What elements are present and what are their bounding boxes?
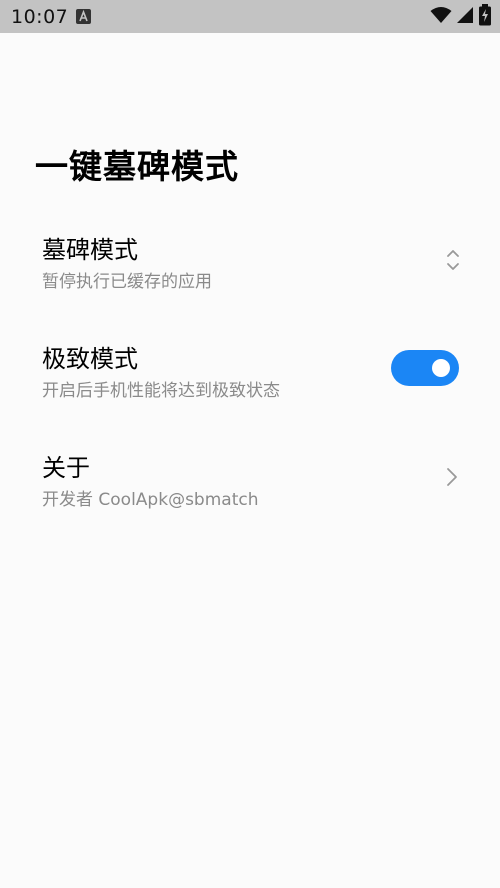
battery-charging-icon: [478, 4, 492, 30]
toggle-knob: [432, 359, 450, 377]
setting-title: 墓碑模式: [42, 236, 138, 264]
a-notification-icon: [76, 9, 91, 24]
status-bar: 10:07: [0, 0, 500, 33]
status-time: 10:07: [11, 6, 69, 28]
setting-title: 关于: [42, 454, 90, 482]
status-icons: [430, 4, 492, 30]
extreme-mode-toggle[interactable]: [391, 350, 459, 386]
setting-title: 极致模式: [42, 345, 138, 373]
page-title: 一键墓碑模式: [35, 147, 239, 186]
app-screen: 10:07 一键墓碑模式 墓碑模式 暂停执行已缓存的应用 极致模式 开启后手机性…: [0, 0, 500, 888]
wifi-icon: [430, 6, 452, 28]
setting-subtitle: 暂停执行已缓存的应用: [42, 272, 212, 292]
setting-row-extreme-mode[interactable]: 极致模式 开启后手机性能将达到极致状态: [0, 339, 500, 439]
chevron-right-icon[interactable]: [446, 467, 458, 491]
setting-subtitle: 开启后手机性能将达到极致状态: [42, 381, 280, 401]
cellular-signal-icon: [456, 6, 474, 28]
setting-subtitle: 开发者 CoolApk@sbmatch: [42, 490, 259, 510]
setting-row-about[interactable]: 关于 开发者 CoolApk@sbmatch: [0, 448, 500, 548]
setting-row-tombstone-mode[interactable]: 墓碑模式 暂停执行已缓存的应用: [0, 230, 500, 330]
dropdown-updown-icon[interactable]: [446, 248, 460, 276]
